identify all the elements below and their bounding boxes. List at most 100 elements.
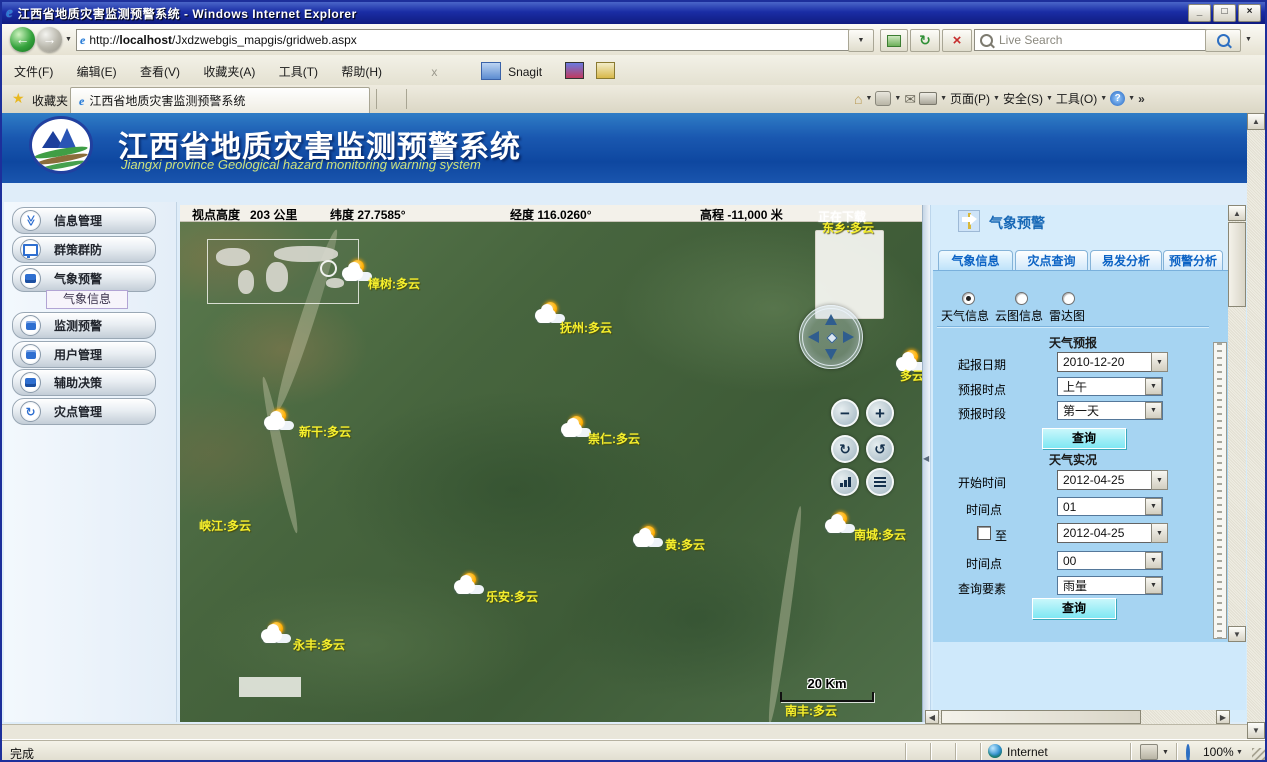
weather-marker[interactable] (454, 573, 490, 599)
rss-feed-icon[interactable] (875, 91, 891, 106)
collapse-panel-icon[interactable]: ◀ (923, 455, 929, 463)
compatibility-view-button[interactable] (880, 29, 908, 52)
dropdown-arrow-icon[interactable]: ▼ (1145, 577, 1162, 594)
sidebar-subitem-weather-info[interactable]: 气象信息 (46, 290, 128, 309)
start-date-combo[interactable]: 2012-04-25 ▼ (1057, 470, 1168, 490)
radio-label-cloud[interactable]: 云图信息 (995, 307, 1043, 324)
dropdown-arrow-icon[interactable]: ▼ (1145, 552, 1162, 569)
zoom-icon[interactable] (1186, 744, 1190, 762)
email-icon[interactable]: ✉ (904, 91, 916, 107)
radio-cloud-image[interactable] (1015, 292, 1028, 305)
tilt-button[interactable] (831, 468, 859, 496)
radio-label-weather[interactable]: 天气信息 (941, 307, 989, 324)
scroll-up-icon[interactable]: ▲ (1247, 113, 1265, 130)
forecast-query-button[interactable]: 查询 (1042, 428, 1126, 449)
panel-splitter[interactable]: ◀ (922, 205, 930, 722)
address-dropdown-button[interactable]: ▼ (848, 29, 874, 52)
home-dropdown-icon[interactable]: ▼ (865, 95, 872, 102)
menu-help[interactable]: 帮助(H) (331, 55, 392, 80)
map-pan-compass[interactable] (799, 305, 863, 369)
weather-marker[interactable] (264, 409, 300, 435)
pan-south-icon[interactable] (825, 349, 837, 360)
favorites-button[interactable]: 收藏夹 (32, 92, 68, 109)
snagit-label[interactable]: Snagit (504, 57, 552, 79)
query-element-select[interactable]: 雨量 ▼ (1057, 576, 1163, 595)
menu-file[interactable]: 文件(F) (4, 55, 63, 80)
toolbar-overflow-chevron[interactable]: » (1138, 92, 1145, 106)
rotate-cw-button[interactable]: ↻ (831, 435, 859, 463)
menu-favorites[interactable]: 收藏夹(A) (193, 55, 265, 80)
safety-dropdown-icon[interactable]: ▼ (1046, 95, 1053, 102)
scroll-up-icon[interactable]: ▲ (1228, 205, 1246, 221)
pan-north-icon[interactable] (825, 314, 837, 325)
stop-button[interactable]: × (942, 29, 972, 52)
weather-marker[interactable] (261, 622, 297, 648)
help-dropdown-icon[interactable]: ▼ (1128, 95, 1135, 102)
zoom-out-button[interactable]: − (831, 399, 859, 427)
menu-edit[interactable]: 编辑(E) (67, 55, 127, 80)
close-button[interactable]: × (1238, 4, 1261, 22)
forecast-time-select[interactable]: 上午 ▼ (1057, 377, 1163, 396)
protected-mode-dropdown-icon[interactable]: ▼ (1162, 749, 1169, 756)
print-icon[interactable] (919, 92, 937, 105)
dropdown-arrow-icon[interactable]: ▼ (1151, 523, 1168, 543)
home-icon[interactable]: ⌂ (854, 91, 862, 107)
zoom-dropdown-icon[interactable]: ▼ (1236, 749, 1243, 756)
live-search-box[interactable]: Live Search (974, 29, 1207, 51)
tab-warning-analysis[interactable]: 预警分析 (1163, 250, 1223, 271)
print-dropdown-icon[interactable]: ▼ (940, 95, 947, 102)
tools-menu[interactable]: 工具(O) (1056, 90, 1097, 107)
menu-tools[interactable]: 工具(T) (269, 55, 328, 80)
page-dropdown-icon[interactable]: ▼ (993, 95, 1000, 102)
hour2-select[interactable]: 00 ▼ (1057, 551, 1163, 570)
sidebar-item-info-mgmt[interactable]: ≫ 信息管理 (12, 207, 156, 234)
layers-button[interactable] (866, 468, 894, 496)
sidebar-item-user-mgmt[interactable]: 用户管理 (12, 341, 156, 368)
panel-vscrollbar[interactable]: ▲ ▼ (1228, 205, 1246, 642)
snagit-icon[interactable] (481, 62, 501, 80)
scrollbar-thumb[interactable] (1228, 222, 1246, 307)
sidebar-item-monitor-warning[interactable]: 监测预警 (12, 312, 156, 339)
tab-weather-info[interactable]: 气象信息 (938, 250, 1013, 272)
dropdown-arrow-icon[interactable]: ▼ (1151, 470, 1168, 490)
tools-dropdown-icon[interactable]: ▼ (1100, 95, 1107, 102)
forecast-date-combo[interactable]: 2010-12-20 ▼ (1057, 352, 1168, 372)
search-go-button[interactable] (1205, 29, 1241, 52)
pan-east-icon[interactable] (843, 331, 854, 343)
panel-hscrollbar[interactable]: ◀ ▶ (925, 710, 1230, 724)
overview-world-map[interactable] (207, 239, 359, 304)
radio-label-radar[interactable]: 雷达图 (1049, 307, 1085, 324)
pan-west-icon[interactable] (808, 331, 819, 343)
status-zoom-level[interactable]: 100% (1203, 745, 1234, 759)
scroll-down-icon[interactable]: ▼ (1228, 626, 1246, 642)
forward-button[interactable]: → (37, 27, 62, 52)
dropdown-arrow-icon[interactable]: ▼ (1145, 402, 1162, 419)
rotate-ccw-button[interactable]: ↺ (866, 435, 894, 463)
page-tab[interactable]: e 江西省地质灾害监测预警系统 (70, 87, 370, 113)
rss-dropdown-icon[interactable]: ▼ (894, 95, 901, 102)
browser-vscrollbar[interactable]: ▲ ▼ (1247, 113, 1265, 739)
snagit-capture-icon[interactable] (565, 62, 584, 79)
weather-marker[interactable] (633, 526, 669, 552)
refresh-button[interactable]: ↻ (910, 29, 940, 52)
nav-history-dropdown-icon[interactable]: ▼ (65, 36, 72, 43)
scrollbar-thumb[interactable] (941, 710, 1141, 724)
sidebar-item-weather-warning[interactable]: 气象预警 (12, 265, 156, 292)
tab-susceptibility-analysis[interactable]: 易发分析 (1090, 250, 1162, 271)
search-options-dropdown-icon[interactable]: ▼ (1245, 36, 1252, 43)
scroll-down-icon[interactable]: ▼ (1247, 722, 1265, 739)
address-input[interactable]: e http://localhost/Jxdzwebgis_mapgis/gri… (76, 29, 851, 51)
end-date-combo[interactable]: 2012-04-25 ▼ (1057, 523, 1168, 543)
minimize-button[interactable]: _ (1188, 4, 1211, 22)
radio-radar-image[interactable] (1062, 292, 1075, 305)
actual-query-button[interactable]: 查询 (1032, 598, 1116, 619)
safety-menu[interactable]: 安全(S) (1003, 90, 1043, 107)
hour1-select[interactable]: 01 ▼ (1057, 497, 1163, 516)
sidebar-item-group-defense[interactable]: 群策群防 (12, 236, 156, 263)
page-menu[interactable]: 页面(P) (950, 90, 990, 107)
dropdown-arrow-icon[interactable]: ▼ (1145, 378, 1162, 395)
sidebar-item-decision-support[interactable]: 辅助决策 (12, 369, 156, 396)
back-button[interactable]: ← (10, 27, 35, 52)
radio-weather-info[interactable] (962, 292, 975, 305)
dropdown-arrow-icon[interactable]: ▼ (1145, 498, 1162, 515)
